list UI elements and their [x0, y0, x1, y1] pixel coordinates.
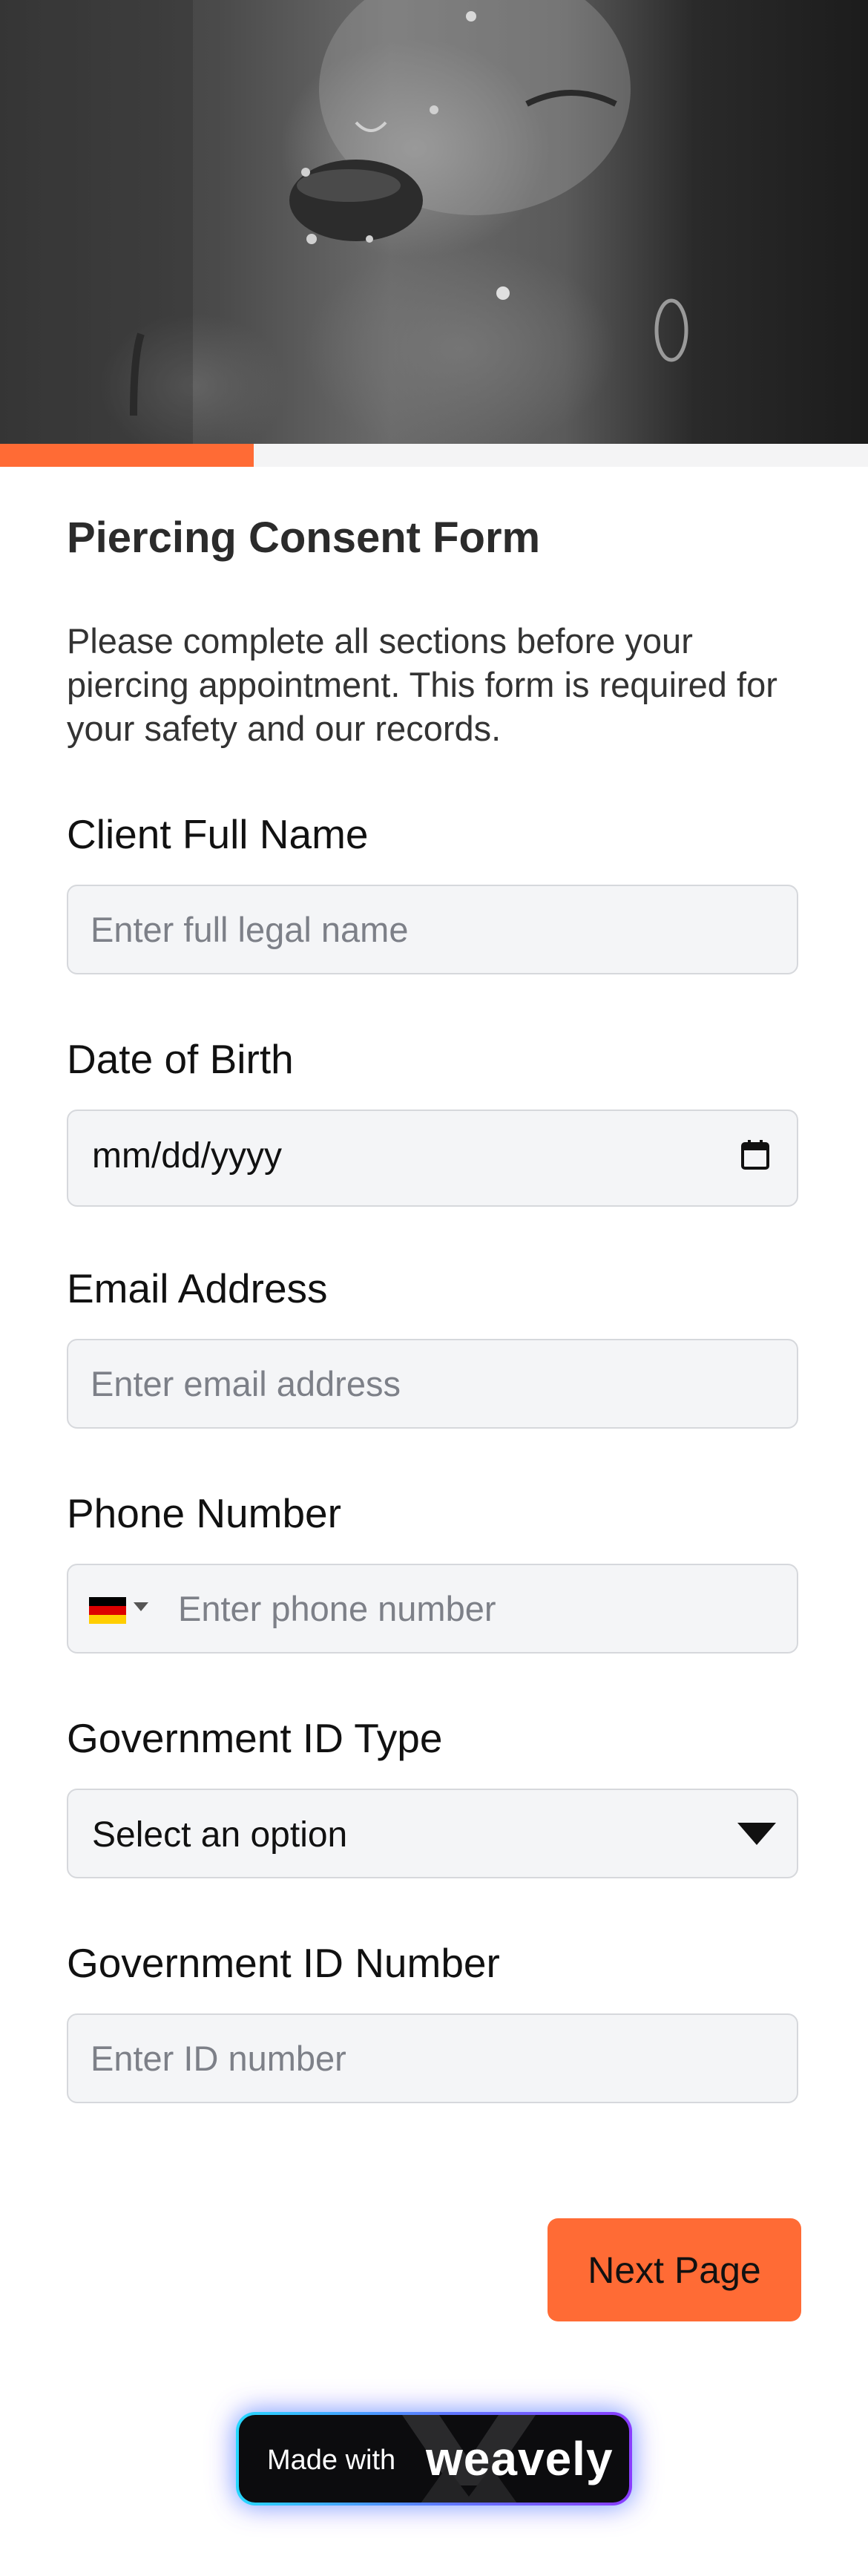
id-number-field[interactable] — [67, 2013, 798, 2103]
weavely-logo: weavely — [426, 2432, 614, 2485]
made-with-label: Made with — [267, 2445, 396, 2476]
phone-label: Phone Number — [67, 1490, 341, 1536]
dob-value: mm/dd/yyyy — [92, 1136, 283, 1176]
email-input[interactable] — [91, 1340, 758, 1427]
id-number-input[interactable] — [91, 2015, 758, 2102]
portrait-photo — [0, 0, 688, 444]
progress-bar — [0, 444, 868, 467]
form-title: Piercing Consent Form — [67, 514, 541, 562]
phone-field[interactable] — [67, 1564, 798, 1654]
email-label: Email Address — [67, 1265, 328, 1311]
id-type-label: Government ID Type — [67, 1715, 443, 1761]
germany-flag-icon[interactable] — [89, 1597, 126, 1624]
calendar-icon[interactable] — [740, 1139, 770, 1170]
full-name-field[interactable] — [67, 885, 798, 974]
dob-label: Date of Birth — [67, 1036, 294, 1082]
id-type-selected: Select an option — [92, 1815, 348, 1855]
next-page-button[interactable]: Next Page — [548, 2218, 801, 2321]
phone-input[interactable] — [178, 1565, 772, 1652]
id-type-select[interactable]: Select an option — [67, 1789, 798, 1878]
progress-fill — [0, 444, 254, 467]
country-dropdown-icon[interactable] — [134, 1602, 148, 1611]
chevron-down-icon — [737, 1823, 776, 1845]
dob-field[interactable]: mm/dd/yyyy — [67, 1110, 798, 1207]
full-name-input[interactable] — [91, 886, 758, 973]
full-name-label: Client Full Name — [67, 811, 369, 857]
id-number-label: Government ID Number — [67, 1940, 500, 1986]
made-with-weavely-badge[interactable]: Made with weavely — [236, 2412, 632, 2505]
email-field[interactable] — [67, 1339, 798, 1429]
hero-image — [0, 0, 868, 444]
form-description: Please complete all sections before your… — [67, 621, 777, 748]
